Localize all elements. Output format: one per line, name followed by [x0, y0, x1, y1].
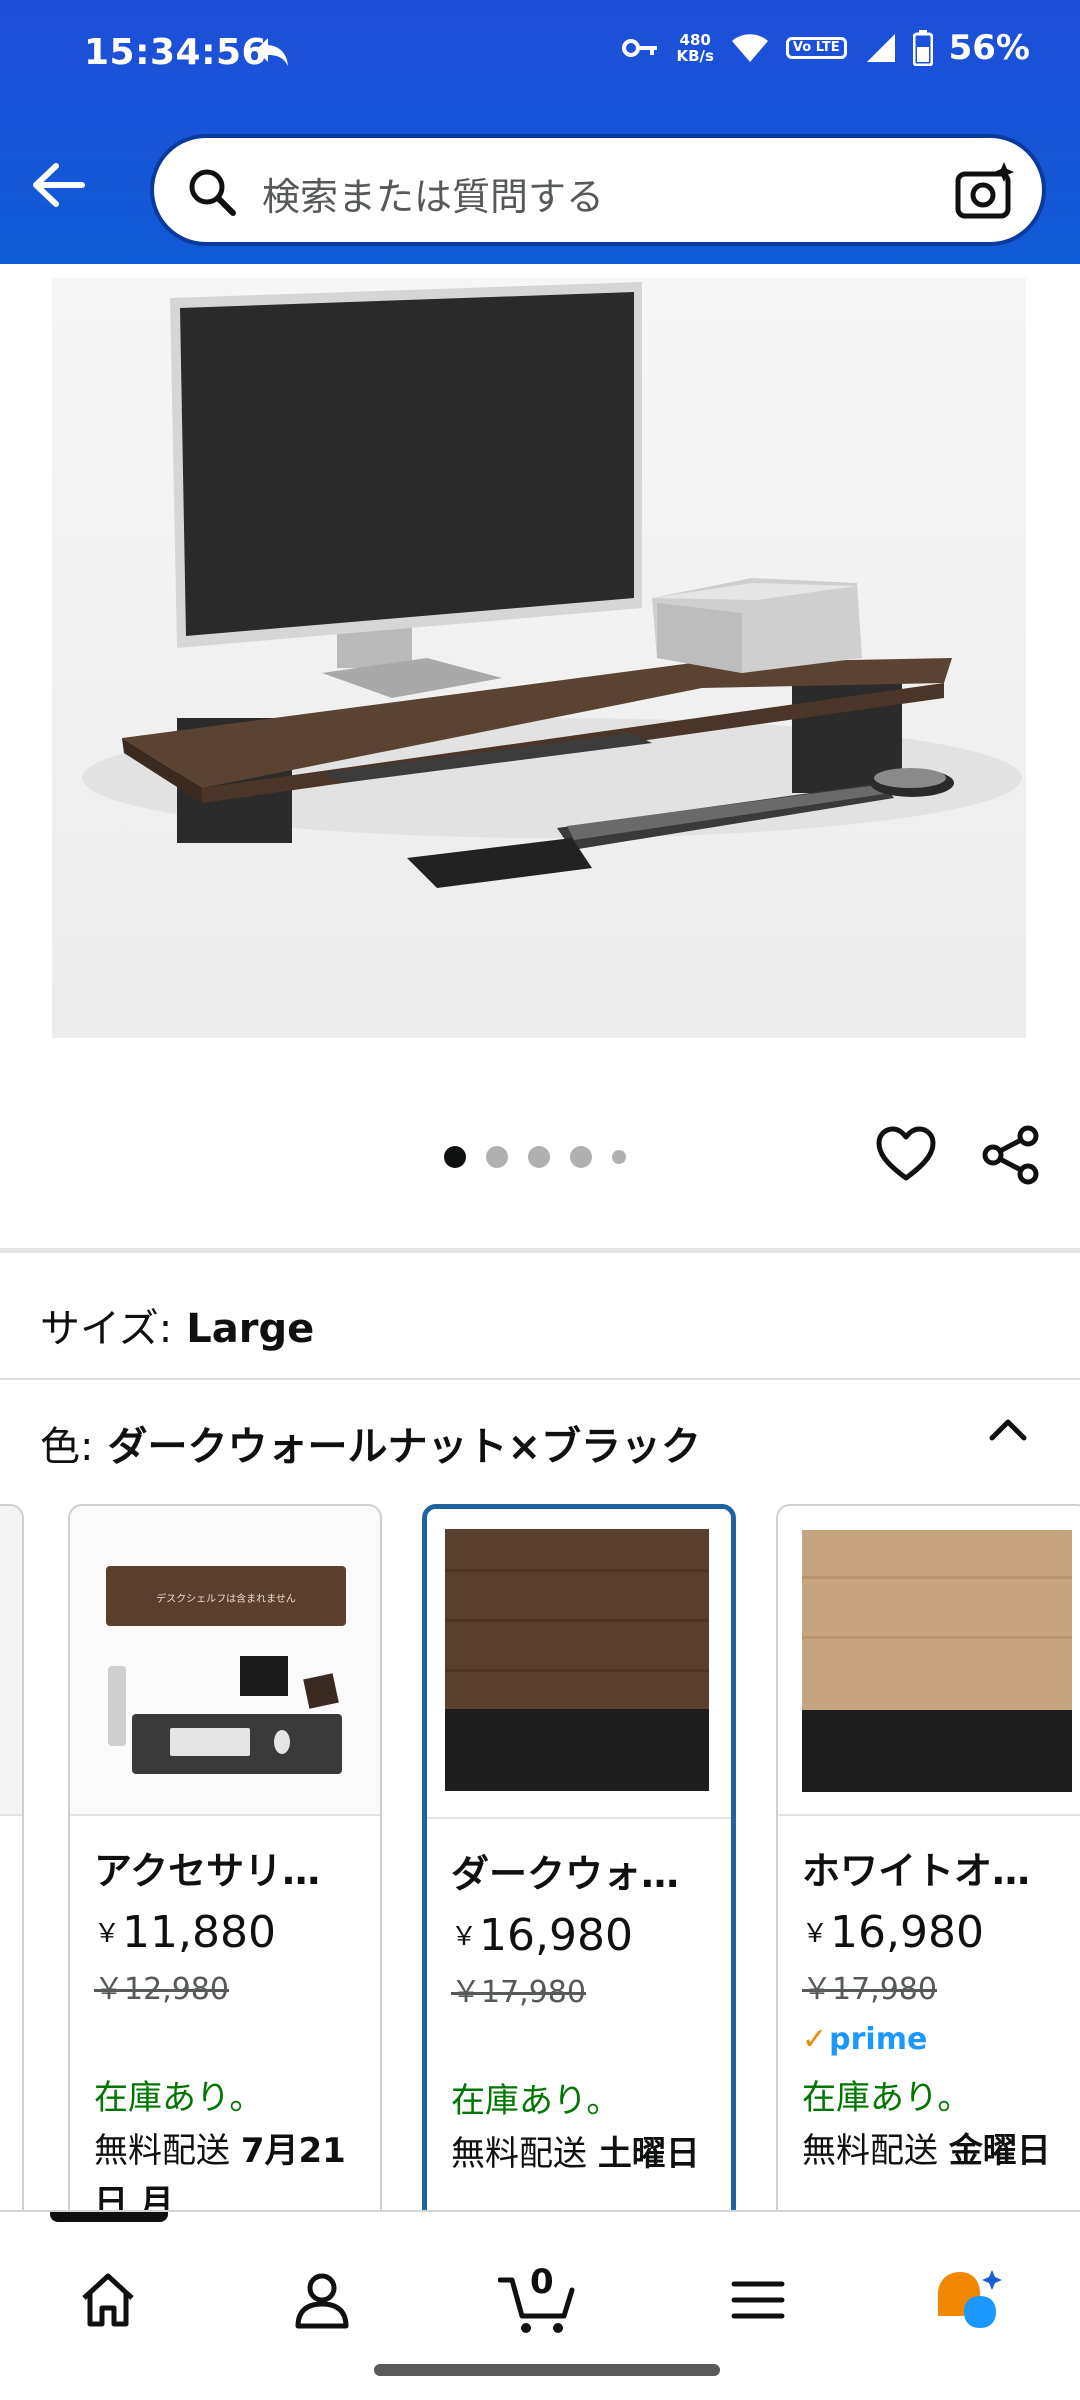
- variation-price: ￥ 16,980: [802, 1907, 1066, 1958]
- color-selector[interactable]: 色: ダークウォールナット×ブラック: [40, 1414, 701, 1472]
- variation-thumbnail: デスクシェルフは含まれません: [70, 1506, 380, 1816]
- status-time: 15:34:56: [84, 32, 268, 73]
- home-icon[interactable]: [76, 2268, 140, 2332]
- variation-card[interactable]: ホワイトオ… ￥ 16,980 ￥17,980 ✓ prime 在庫あり。 無料配送…: [776, 1504, 1080, 2210]
- delivery-info: 無料配送 7月21日 月: [94, 2125, 358, 2210]
- currency-symbol: ￥: [94, 1919, 121, 1949]
- thumbnail-caption: デスクシェルフは含まれません: [156, 1592, 296, 1605]
- variation-thumbnail: [778, 1506, 1080, 1816]
- size-label: サイズ:: [40, 1306, 173, 1352]
- delivery-date: 土曜日: [597, 2134, 700, 2174]
- list-price: ￥17,980: [802, 1972, 937, 2007]
- cart-count: 0: [530, 2262, 554, 2302]
- network-speed-value: 480: [679, 31, 711, 49]
- share-icon[interactable]: [980, 1124, 1042, 1186]
- stock-status: 在庫あり。: [802, 2078, 972, 2118]
- desk-shelf-illustration: [82, 282, 1022, 888]
- variation-thumbnail: [0, 1506, 22, 1816]
- stock-status: 在庫あり。: [94, 2078, 264, 2118]
- size-selector[interactable]: サイズ: Large: [40, 1296, 314, 1354]
- battery-icon: [912, 30, 933, 66]
- variation-price: ￥ 11,880: [94, 1907, 358, 1958]
- dark-walnut-swatch: [445, 1529, 709, 1791]
- rufus-assistant-icon[interactable]: [934, 2268, 1010, 2332]
- search-input[interactable]: 検索または質問する: [262, 166, 604, 221]
- heart-icon[interactable]: [876, 1126, 936, 1184]
- currency-symbol: ￥: [451, 1922, 478, 1952]
- camera-search-icon[interactable]: [954, 160, 1016, 222]
- network-speed-unit: KB/s: [676, 47, 714, 65]
- delivery-info: 無料配送 金曜日: [802, 2125, 1066, 2177]
- currency-symbol: ￥: [802, 1919, 829, 1949]
- image-carousel-dots: [444, 1146, 626, 1168]
- section-divider: [0, 1248, 1080, 1253]
- status-bar: 15:34:56 480 KB/s Vo LTE 56%: [0, 0, 1080, 110]
- chevron-up-icon[interactable]: [986, 1414, 1030, 1442]
- volte-badge: Vo LTE: [785, 37, 847, 59]
- account-icon[interactable]: [290, 2268, 354, 2332]
- delivery-prefix: 無料配送: [94, 2131, 230, 2171]
- battery-percent: 56%: [948, 28, 1030, 68]
- product-image[interactable]: [52, 278, 1026, 1038]
- price-value: 11,880: [122, 1907, 276, 1958]
- variation-card-selected[interactable]: ダークウォ… ￥ 16,980 ￥17,980 在庫あり。 無料配送 土曜日: [422, 1504, 736, 2210]
- delivery-date: 金曜日: [948, 2131, 1051, 2171]
- variation-card[interactable]: デスクシェルフは含まれません アクセサリー… ￥ 11,880 ￥12,980 在…: [68, 1504, 382, 2210]
- price-value: 16,980: [479, 1910, 633, 1961]
- delivery-info: 無料配送 土曜日: [451, 2128, 709, 2180]
- list-price: ￥12,980: [94, 1972, 229, 2007]
- variation-price: ￥ 16,980: [451, 1910, 709, 1961]
- color-variation-list: デスクシェルフは含まれません アクセサリー… ￥ 11,880 ￥12,980 在…: [0, 1504, 1080, 2210]
- reply-icon: [256, 38, 288, 66]
- white-oak-swatch: [802, 1530, 1072, 1792]
- search-icon: [189, 169, 236, 216]
- size-value: Large: [186, 1306, 315, 1352]
- section-divider: [0, 1378, 1080, 1380]
- vpn-key-icon: [622, 39, 658, 57]
- variation-thumbnail: [427, 1509, 731, 1819]
- list-price: ￥17,980: [451, 1975, 586, 2010]
- carousel-dot[interactable]: [444, 1146, 466, 1168]
- price-value: 16,980: [830, 1907, 984, 1958]
- back-arrow-icon[interactable]: [30, 160, 86, 210]
- carousel-dot[interactable]: [570, 1146, 592, 1168]
- color-label: 色:: [40, 1424, 94, 1470]
- app-header: 15:34:56 480 KB/s Vo LTE 56% 検索または質問する: [0, 0, 1080, 264]
- carousel-dot[interactable]: [486, 1146, 508, 1168]
- active-tab-indicator: [50, 2212, 168, 2222]
- stock-status: 在庫あり。: [451, 2081, 621, 2121]
- network-speed: 480 KB/s: [676, 32, 713, 64]
- signal-icon: [866, 34, 895, 62]
- wifi-icon: [731, 34, 768, 62]
- system-home-indicator[interactable]: [374, 2364, 720, 2376]
- carousel-dot[interactable]: [528, 1146, 550, 1168]
- color-value: ダークウォールナット×ブラック: [107, 1424, 701, 1470]
- accessory-set-image: デスクシェルフは含まれません: [106, 1566, 346, 1774]
- carousel-dot[interactable]: [612, 1150, 626, 1164]
- status-icons: 480 KB/s Vo LTE 56%: [622, 28, 1030, 68]
- search-bar[interactable]: 検索または質問する: [150, 134, 1046, 246]
- prime-badge: ✓ prime: [802, 2018, 1066, 2060]
- prime-label: prime: [829, 2021, 928, 2057]
- variation-title: アクセサリー…: [94, 1849, 358, 1893]
- delivery-prefix: 無料配送: [451, 2134, 587, 2174]
- menu-icon[interactable]: [726, 2268, 790, 2332]
- cart-button[interactable]: 0: [497, 2262, 578, 2333]
- variation-title: ダークウォ…: [451, 1852, 680, 1896]
- prime-check-icon: ✓: [802, 2021, 828, 2057]
- variation-title: ホワイトオ…: [802, 1849, 1031, 1893]
- variation-card[interactable]: [0, 1504, 24, 2210]
- delivery-prefix: 無料配送: [802, 2131, 938, 2171]
